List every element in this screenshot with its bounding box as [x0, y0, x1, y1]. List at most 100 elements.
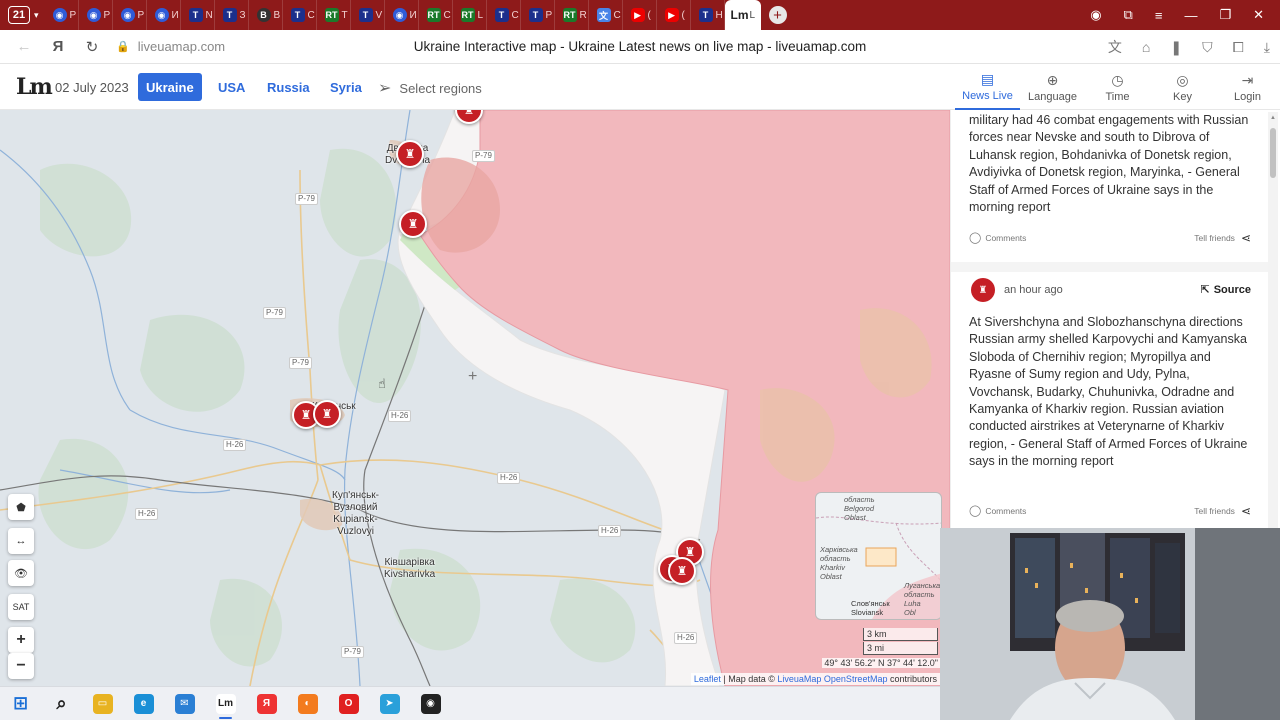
login-icon: ⇥ [1241, 71, 1254, 88]
tab-active[interactable]: Lm L [724, 0, 761, 30]
current-date[interactable]: 02 July 2023 [55, 80, 129, 95]
draw-polygon-button[interactable]: ⬟ [8, 494, 34, 520]
taskbar-obs-button[interactable]: ◉ [410, 687, 451, 720]
restore-button[interactable]: ❐ [1219, 7, 1231, 23]
tab[interactable]: ◉ Р [45, 0, 79, 30]
nav-login[interactable]: ⇥ Login [1215, 64, 1280, 110]
tab[interactable]: 文С [589, 0, 623, 30]
region-tab-russia[interactable]: Russia [259, 73, 318, 101]
tab[interactable]: BВ [249, 0, 283, 30]
tg-favicon-icon: T [188, 8, 203, 22]
measure-button[interactable]: ↔ [8, 528, 34, 554]
comments-button[interactable]: ◯ Comments [969, 231, 1026, 244]
nav-key[interactable]: ◎ Key [1150, 64, 1215, 110]
taskbar-edge-button[interactable]: e [123, 687, 164, 720]
tab[interactable]: TС [487, 0, 521, 30]
protect-icon[interactable]: ⛉ [1202, 39, 1213, 56]
extensions-icon[interactable]: ⧠ [1233, 39, 1244, 56]
news-scrollbar[interactable]: ▲ [1268, 112, 1278, 528]
zoom-in-button[interactable]: + [8, 627, 34, 653]
tab[interactable]: TV [351, 0, 385, 30]
tab[interactable]: ▶( [657, 0, 691, 30]
event-marker-bomb-icon[interactable]: ♜ [668, 557, 696, 585]
liveuamap-logo[interactable]: Lm [16, 74, 53, 100]
taskbar-telegram-button[interactable]: ➤ [369, 687, 410, 720]
menu-icon[interactable]: ≡ [1155, 8, 1163, 23]
tab-count-button[interactable]: 21 [8, 6, 30, 24]
taskbar-search-button[interactable]: ⌕ [41, 687, 82, 720]
satellite-toggle-button[interactable]: SAT [8, 594, 34, 620]
taskbar-mail-button[interactable]: ✉ [164, 687, 205, 720]
nav-news-live[interactable]: ▤ News Live [955, 64, 1020, 110]
nav-language[interactable]: ⊕ Language [1020, 64, 1085, 110]
rss-favicon-icon: ◉ [120, 8, 135, 22]
collections-icon[interactable]: ⧉ [1124, 7, 1133, 23]
scroll-up-arrow-icon[interactable]: ▲ [1270, 115, 1276, 121]
close-window-button[interactable]: ✕ [1253, 7, 1264, 23]
firefox-icon: ◐ [297, 693, 318, 714]
region-tab-syria[interactable]: Syria [322, 73, 370, 101]
profile-icon[interactable]: ◉ [1090, 7, 1101, 23]
tab[interactable]: ◉ Р [79, 0, 113, 30]
region-tab-ukraine[interactable]: Ukraine [138, 73, 202, 101]
back-button[interactable]: ← [14, 37, 34, 57]
new-tab-button[interactable]: + [768, 6, 787, 24]
taskbar-liveuamap-app-button[interactable]: Lm [205, 687, 246, 720]
event-marker-bomb-icon[interactable]: ♜ [399, 210, 427, 238]
minimize-button[interactable]: — [1184, 8, 1197, 23]
select-regions-button[interactable]: ➢ Select regions [378, 78, 482, 98]
tell-friends-button[interactable]: Tell friends ⋖ [1194, 231, 1251, 245]
tab[interactable]: TР [521, 0, 555, 30]
news-item-text[interactable]: At Sivershchyna and Slobozhanschyna dire… [969, 314, 1249, 471]
yandex-home-icon[interactable]: Я [48, 37, 68, 57]
liveuamap-app-icon: Lm [215, 693, 236, 714]
news-item-text[interactable]: military had 46 combat engagements with … [969, 112, 1249, 216]
lock-icon[interactable]: 🔒 [116, 40, 130, 53]
region-tab-usa[interactable]: USA [210, 73, 253, 101]
lv-favicon-icon: Lm [730, 8, 749, 22]
tab[interactable]: ◉ Р [113, 0, 147, 30]
hide-layers-button[interactable]: 👁 [8, 560, 34, 586]
tab[interactable]: RT L [453, 0, 487, 30]
road-label-h26: H-26 [135, 508, 159, 520]
tab[interactable]: ▶( [623, 0, 657, 30]
news-feed-panel[interactable]: military had 46 combat engagements with … [950, 110, 1280, 530]
osm-link[interactable]: LiveuaMap OpenStreetMap [777, 674, 887, 684]
tab[interactable]: ◉ И [147, 0, 181, 30]
tab[interactable]: RT R [555, 0, 589, 30]
taskbar-windows-button[interactable]: ⊞ [0, 687, 41, 720]
taskbar-firefox-button[interactable]: ◐ [287, 687, 328, 720]
leaflet-link[interactable]: Leaflet [694, 674, 721, 684]
tell-friends-button[interactable]: Tell friends ⋖ [1194, 504, 1251, 518]
translate-icon[interactable]: 文 [1108, 37, 1122, 57]
tab[interactable]: RT С [419, 0, 453, 30]
nav-time[interactable]: ◷ Time [1085, 64, 1150, 110]
reader-mode-icon[interactable]: ⌂ [1142, 39, 1150, 55]
overview-minimap[interactable]: область Belgorod Oblast Харківська облас… [815, 492, 942, 620]
event-marker-bomb-icon[interactable]: ♜ [313, 400, 341, 428]
tab[interactable]: RT Т [317, 0, 351, 30]
url-host[interactable]: liveuamap.com [138, 39, 225, 54]
tab-label: L [749, 9, 756, 21]
tab[interactable]: TН [691, 0, 725, 30]
taskbar-file-explorer-button[interactable]: ▭ [82, 687, 123, 720]
reload-button[interactable]: ↻ [82, 37, 102, 57]
tab[interactable]: ◉ И [385, 0, 419, 30]
tab[interactable]: TЗ [215, 0, 249, 30]
tab[interactable]: TС [283, 0, 317, 30]
road-label-p79: P-79 [263, 307, 286, 319]
tg-favicon-icon: T [528, 8, 543, 22]
bookmark-icon[interactable]: ❚ [1170, 39, 1182, 56]
taskbar-yandex-browser-button[interactable]: Я [246, 687, 287, 720]
comments-button[interactable]: ◯ Comments [969, 504, 1026, 517]
tab-list-chevron-icon[interactable]: ▾ [34, 10, 39, 21]
live-map[interactable]: P-79 P-79 P-79 P-79 H-26 H-26 H-26 H-26 … [0, 110, 950, 686]
taskbar-opera-button[interactable]: O [328, 687, 369, 720]
scrollbar-thumb[interactable] [1270, 128, 1276, 178]
event-marker-bomb-icon[interactable]: ♜ [396, 140, 424, 168]
news-item-time[interactable]: an hour ago [1004, 284, 1063, 296]
tab[interactable]: TN [181, 0, 215, 30]
zoom-out-button[interactable]: − [8, 653, 34, 679]
source-link[interactable]: ⇱ Source [1200, 283, 1251, 297]
download-icon[interactable]: ⤓ [1264, 39, 1270, 56]
